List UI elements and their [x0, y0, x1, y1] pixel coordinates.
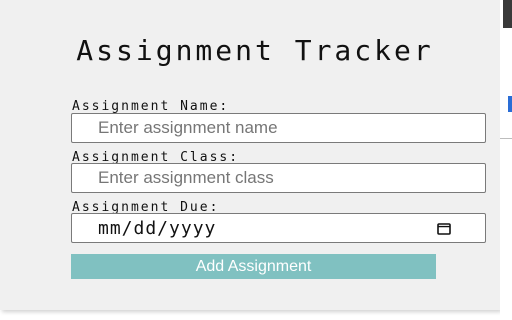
- assignment-name-label: Assignment Name:: [72, 99, 230, 114]
- background-blue-marker: [508, 96, 512, 112]
- background-page-edge: [500, 0, 512, 320]
- add-assignment-button[interactable]: Add Assignment: [71, 254, 436, 279]
- background-dark-region: [503, 0, 512, 28]
- assignment-class-input[interactable]: [72, 164, 485, 192]
- assignment-class-field: [71, 163, 486, 193]
- date-placeholder-text: mm/dd/yyyy: [98, 218, 217, 239]
- calendar-icon[interactable]: [437, 223, 451, 235]
- page: Assignment Tracker Assignment Name: Assi…: [0, 0, 512, 320]
- assignment-name-input[interactable]: [72, 114, 485, 142]
- extension-popup: Assignment Tracker Assignment Name: Assi…: [0, 0, 500, 310]
- assignment-due-input[interactable]: mm/dd/yyyy: [71, 213, 486, 243]
- assignment-name-field: [71, 113, 486, 143]
- background-divider: [500, 138, 512, 139]
- page-title: Assignment Tracker: [76, 34, 434, 67]
